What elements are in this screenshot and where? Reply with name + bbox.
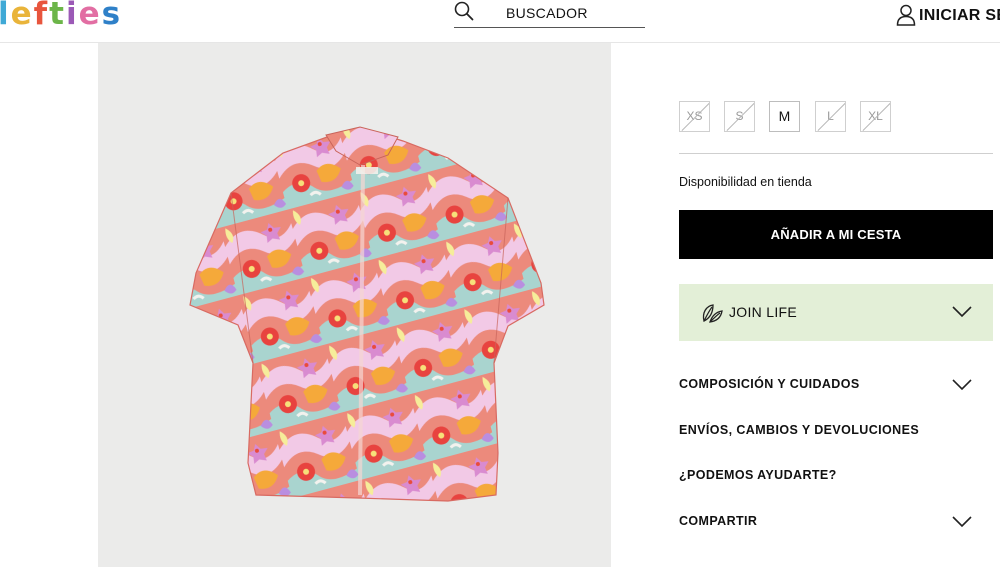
join-life-panel[interactable]: JOIN LIFE [679, 284, 993, 341]
search-label[interactable]: BUSCADOR [506, 5, 588, 21]
logo-letter: t [49, 0, 66, 32]
logo-letter: i [66, 0, 79, 32]
size-option-l[interactable]: L [815, 101, 846, 132]
logo-letter: s [101, 0, 123, 32]
accordion-label[interactable]: COMPOSICIÓN Y CUIDADOS [679, 377, 860, 391]
login-label[interactable]: INICIAR SE [919, 7, 1000, 25]
accordion-label[interactable]: ¿PODEMOS AYUDARTE? [679, 468, 837, 482]
store-availability-link[interactable]: Disponibilidad en tienda [679, 175, 812, 189]
accordion-row[interactable]: ENVÍOS, CAMBIOS Y DEVOLUCIONES [679, 420, 993, 442]
logo-letter: f [33, 0, 50, 32]
product-image[interactable] [98, 43, 611, 567]
accordion-label[interactable]: ENVÍOS, CAMBIOS Y DEVOLUCIONES [679, 423, 919, 437]
accordion-row[interactable]: COMPOSICIÓN Y CUIDADOS [679, 374, 993, 396]
search-icon[interactable] [454, 1, 474, 21]
logo-letter: e [78, 0, 102, 32]
lefties-logo[interactable]: lefties [0, 0, 122, 32]
logo-letter: l [0, 0, 11, 32]
accordion-row[interactable]: COMPARTIR [679, 511, 993, 533]
accordion-row[interactable]: ¿PODEMOS AYUDARTE? [679, 465, 993, 487]
join-life-label: JOIN LIFE [729, 304, 798, 320]
chevron-down-icon[interactable] [952, 516, 972, 528]
size-option-xl[interactable]: XL [860, 101, 891, 132]
accordion-label[interactable]: COMPARTIR [679, 514, 757, 528]
add-to-cart-button[interactable]: AÑADIR A MI CESTA [679, 210, 993, 259]
leaf-icon [702, 304, 723, 323]
site-header: lefties BUSCADOR INICIAR SE [0, 0, 1000, 43]
size-option-xs[interactable]: XS [679, 101, 710, 132]
size-option-s[interactable]: S [724, 101, 755, 132]
search-bar[interactable]: BUSCADOR [454, 0, 645, 28]
user-icon [896, 4, 916, 26]
chevron-down-icon[interactable] [952, 306, 972, 318]
size-option-m[interactable]: M [769, 101, 800, 132]
shirt-illustration [189, 126, 545, 502]
divider [679, 153, 993, 154]
chevron-down-icon[interactable] [952, 379, 972, 391]
logo-letter: e [10, 0, 34, 32]
